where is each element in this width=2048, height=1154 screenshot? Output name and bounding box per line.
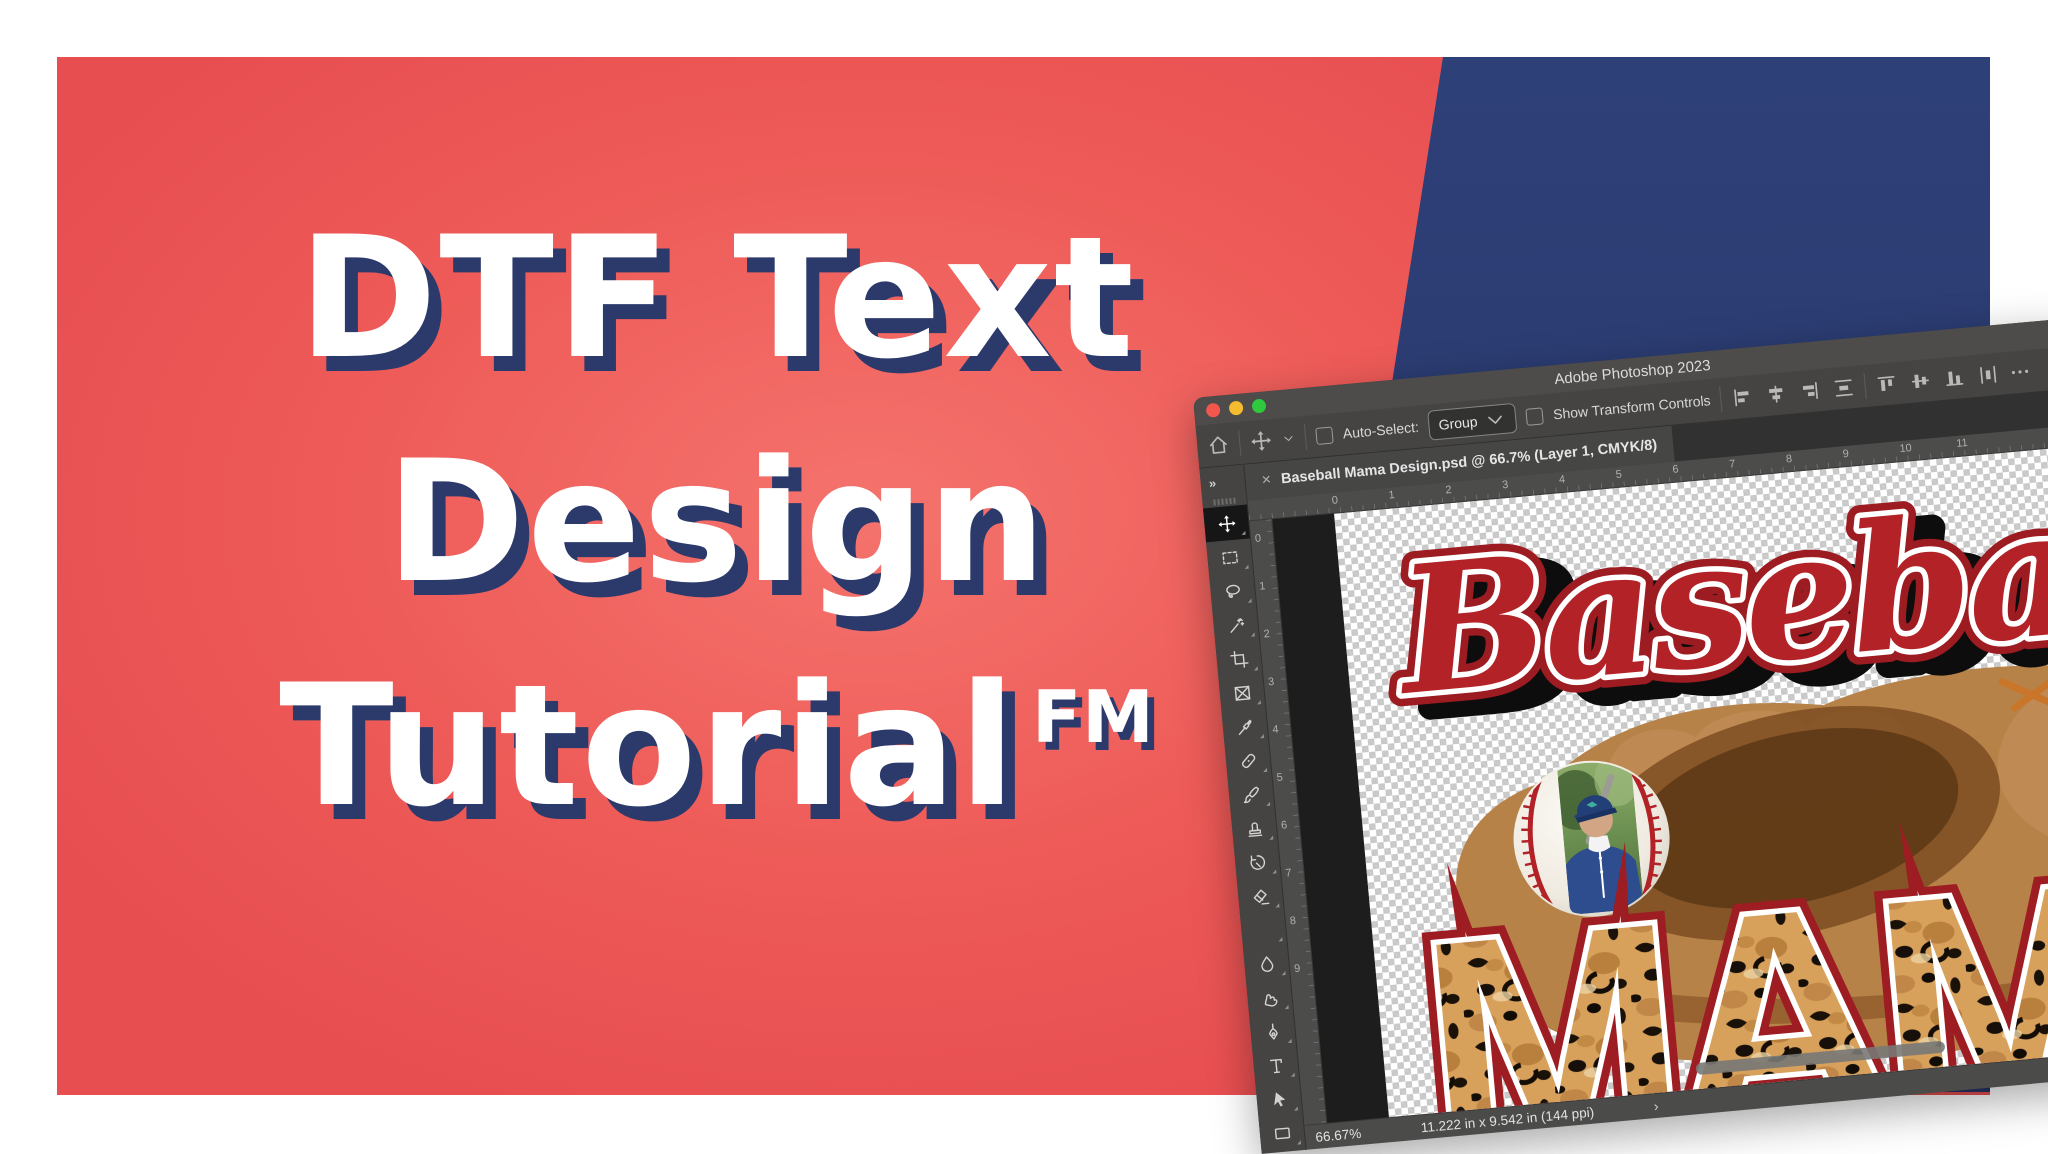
document-area: × Baseball Mama Design.psd @ 66.7% (Laye… [1244,388,2048,1150]
headline-line-2: Design [385,424,1049,620]
zoom-level[interactable]: 66.67% [1315,1125,1362,1144]
auto-select-dropdown[interactable]: Group [1427,402,1518,441]
align-icons-group [1875,363,2000,396]
distribute-v-icon[interactable] [1832,376,1856,400]
design-artwork: Baseball Baseball Baseball MAMA MAMA [1373,446,2048,1123]
content-row: 0 1 2 3 4 5 6 7 8 9 Baseball Baseball Baseball MA… [1249,445,2048,1125]
divider [1238,429,1242,456]
divider [1863,373,1867,400]
h-ruler-number: 2 [1444,483,1453,497]
photoshop-window: Adobe Photoshop 2023 ⋯ Auto-Select: Grou… [1193,318,2048,1154]
distribute-h-icon[interactable] [1976,363,2000,387]
crop-tool-icon [1229,649,1250,670]
show-transform-checkbox[interactable] [1525,406,1544,426]
h-ruler-number: 10 [1899,442,1913,456]
chevron-down-icon [1483,408,1507,432]
h-ruler-number: 8 [1785,452,1793,466]
eraser-tool-button[interactable] [1237,877,1284,915]
magic-wand-tool-button[interactable] [1212,606,1259,644]
show-transform-label: Show Transform Controls [1552,392,1712,423]
v-ruler-number: 4 [1271,723,1280,737]
rectangle-tool-button[interactable] [1259,1114,1306,1152]
more-options-icon[interactable] [2008,360,2032,384]
align-right-icon[interactable] [1798,379,1822,403]
headline-line-1: DTF Text [297,200,1137,396]
toolbar-collapse-button[interactable]: » [1199,465,1246,499]
h-ruler-number: 6 [1671,463,1680,476]
type-tool-icon [1265,1055,1286,1076]
gradient-tool-button[interactable] [1240,911,1287,949]
headline-line-3: Tutorial FM [279,648,1155,844]
align-left-icon[interactable] [1730,385,1754,409]
chevron-down-icon[interactable] [1281,427,1296,450]
crop-tool-button[interactable] [1215,640,1262,678]
move-tool-icon [1216,513,1237,534]
rectangular-marquee-tool-button[interactable] [1206,538,1253,576]
h-ruler-number: 0 [1331,494,1339,507]
h-ruler-number: 11 [1955,436,1969,450]
v-ruler-number: 0 [1254,532,1262,545]
pasteboard: Baseball Baseball Baseball MAMA MAMA [1272,445,2048,1123]
auto-select-label: Auto-Select: [1342,418,1420,442]
h-ruler-number: 5 [1615,468,1623,481]
align-bottom-icon[interactable] [1943,366,1967,390]
smudge-tool-icon [1259,987,1280,1008]
align-icons-group [1730,376,1855,409]
h-ruler-number: 4 [1558,473,1566,487]
window-body: » × Baseball Mama Design.psd @ 66.7% (La… [1199,388,2048,1154]
align-middle-v-icon[interactable] [1909,369,1933,393]
v-ruler-number: 6 [1280,819,1288,832]
type-tool-button[interactable] [1252,1046,1299,1084]
blur-tool-icon [1256,953,1277,974]
path-selection-tool-button[interactable] [1255,1080,1302,1118]
gradient-tool-icon [1253,919,1274,940]
eraser-tool-icon [1250,886,1271,907]
align-top-icon[interactable] [1875,372,1899,396]
v-ruler-number: 5 [1276,771,1284,784]
align-center-h-icon[interactable] [1764,382,1788,406]
magic-wand-tool-icon [1225,615,1246,636]
h-ruler-number: 7 [1728,458,1736,471]
h-ruler-number: 9 [1842,447,1850,461]
healing-brush-tool-button[interactable] [1225,742,1272,780]
clone-stamp-tool-button[interactable] [1231,809,1278,847]
v-ruler-number: 2 [1263,628,1271,641]
healing-brush-tool-icon [1238,750,1259,771]
divider [1303,423,1308,450]
pen-tool-icon [1262,1021,1283,1042]
canvas[interactable]: Baseball Baseball Baseball MAMA MAMA [1334,445,2048,1123]
move-tool-icon[interactable] [1249,429,1273,453]
v-ruler-number: 9 [1293,962,1301,976]
v-ruler-number: 8 [1289,914,1297,928]
rectangle-tool-icon [1272,1123,1293,1144]
move-tool-button[interactable] [1203,504,1250,543]
eyedropper-tool-button[interactable] [1222,708,1269,746]
v-ruler-number: 3 [1267,675,1275,689]
divider [1719,386,1723,413]
history-brush-tool-icon [1247,852,1268,873]
h-ruler-number: 1 [1388,489,1396,502]
status-chevron-icon[interactable]: › [1653,1098,1659,1114]
lasso-tool-icon [1222,581,1243,602]
frame-tool-button[interactable] [1218,674,1265,712]
rectangular-marquee-tool-icon [1219,547,1240,568]
pen-tool-button[interactable] [1249,1012,1296,1050]
v-ruler-number: 1 [1258,580,1267,593]
home-icon[interactable] [1206,433,1230,457]
h-ruler-number: 3 [1501,478,1509,492]
v-ruler-number: 7 [1284,867,1293,880]
eyedropper-tool-icon [1235,716,1256,737]
brush-tool-icon [1241,784,1262,805]
clone-stamp-tool-icon [1244,818,1265,839]
blur-tool-button[interactable] [1243,945,1290,983]
history-brush-tool-button[interactable] [1234,843,1281,881]
frame-tool-icon [1232,682,1253,703]
smudge-tool-button[interactable] [1246,979,1293,1017]
brush-tool-button[interactable] [1228,775,1275,813]
lasso-tool-button[interactable] [1209,572,1256,610]
path-selection-tool-icon [1269,1089,1290,1110]
close-tab-icon[interactable]: × [1261,471,1272,490]
headline: DTF Text Design Tutorial FM [57,186,1377,858]
auto-select-checkbox[interactable] [1315,426,1334,445]
